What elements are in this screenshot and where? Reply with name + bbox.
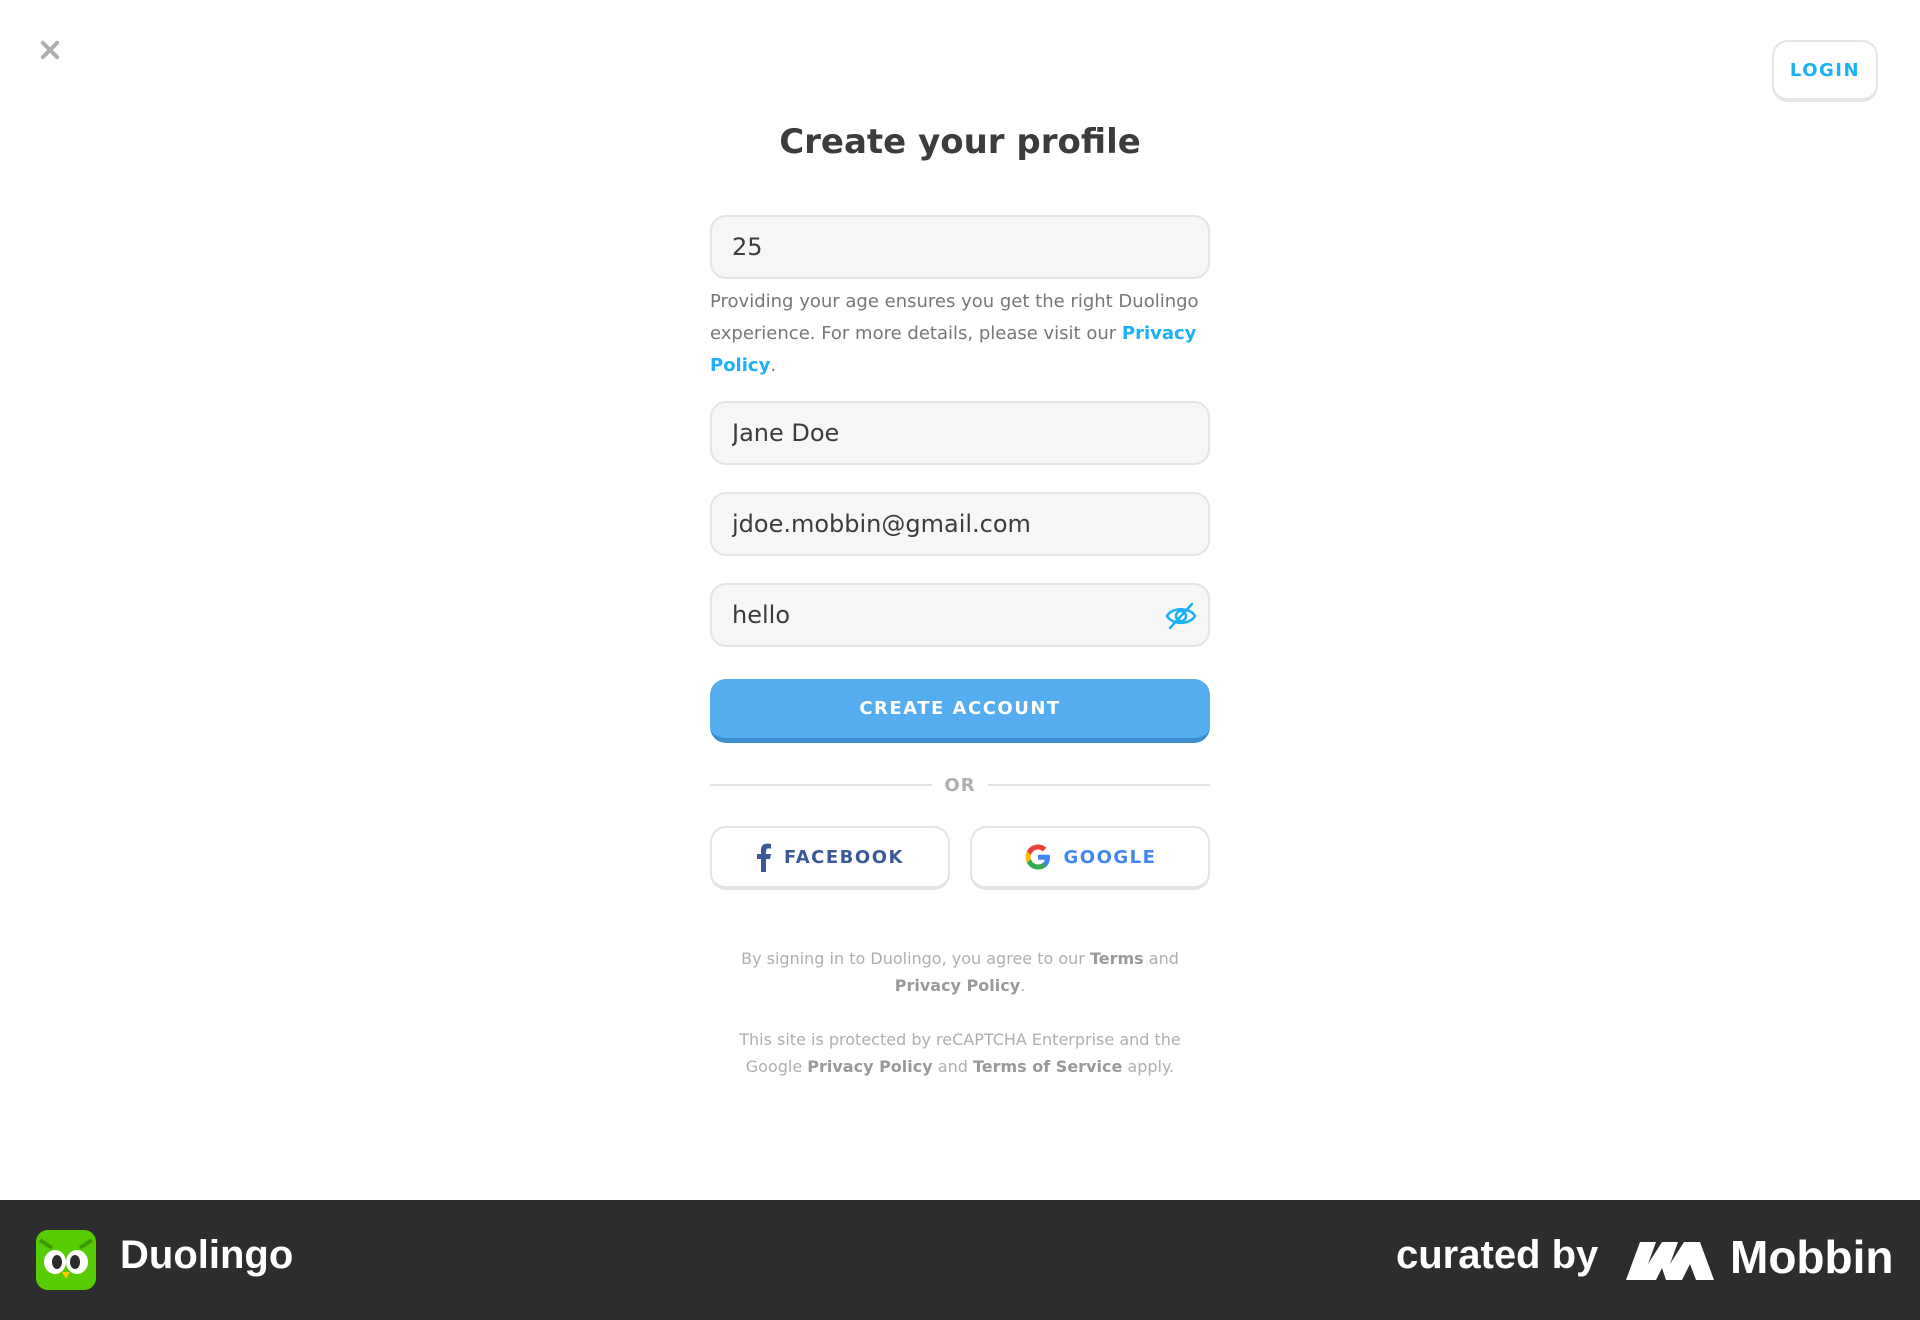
age-input[interactable]	[732, 233, 1188, 261]
age-helper-text: Providing your age ensures you get the r…	[710, 291, 1199, 376]
mobbin-brand: Mobbin	[1730, 1231, 1894, 1283]
recaptcha-terms-link[interactable]: Terms of Service	[973, 1057, 1122, 1076]
name-field[interactable]	[710, 401, 1210, 465]
age-field[interactable]	[710, 215, 1210, 279]
email-field[interactable]	[710, 492, 1210, 556]
terms-notice: By signing in to Duolingo, you agree to …	[741, 949, 1179, 995]
curated-by-label: curated by	[1396, 1233, 1599, 1277]
facebook-button[interactable]: FACEBOOK	[710, 826, 950, 890]
or-divider: OR	[710, 772, 1211, 798]
page-title: Create your profile	[779, 122, 1141, 162]
duolingo-brand: Duolingo	[120, 1233, 294, 1277]
google-icon	[1025, 844, 1050, 870]
password-input[interactable]	[732, 601, 1188, 629]
google-label: GOOGLE	[1063, 846, 1157, 868]
facebook-label: FACEBOOK	[784, 846, 904, 868]
create-account-button[interactable]: CREATE ACCOUNT	[710, 679, 1210, 743]
login-button[interactable]: LOGIN	[1772, 40, 1878, 102]
email-input[interactable]	[732, 510, 1188, 538]
footer-bar: Duolingo curated by Mobbin	[0, 1200, 1920, 1320]
name-input[interactable]	[732, 419, 1188, 447]
privacy-link[interactable]: Privacy Policy	[895, 976, 1020, 995]
duolingo-owl-icon	[36, 1230, 96, 1290]
password-field[interactable]	[710, 583, 1210, 647]
eye-off-icon[interactable]	[1164, 601, 1198, 631]
divider-line-left	[710, 784, 933, 786]
divider-line-right	[987, 784, 1211, 786]
recaptcha-notice: This site is protected by reCAPTCHA Ente…	[739, 1030, 1181, 1076]
close-icon[interactable]	[34, 34, 66, 66]
facebook-icon	[757, 843, 772, 872]
mobbin-logo-icon	[1626, 1242, 1714, 1280]
google-button[interactable]: GOOGLE	[970, 826, 1210, 890]
or-label: OR	[944, 774, 976, 796]
recaptcha-privacy-link[interactable]: Privacy Policy	[807, 1057, 932, 1076]
terms-link[interactable]: Terms	[1090, 949, 1144, 968]
